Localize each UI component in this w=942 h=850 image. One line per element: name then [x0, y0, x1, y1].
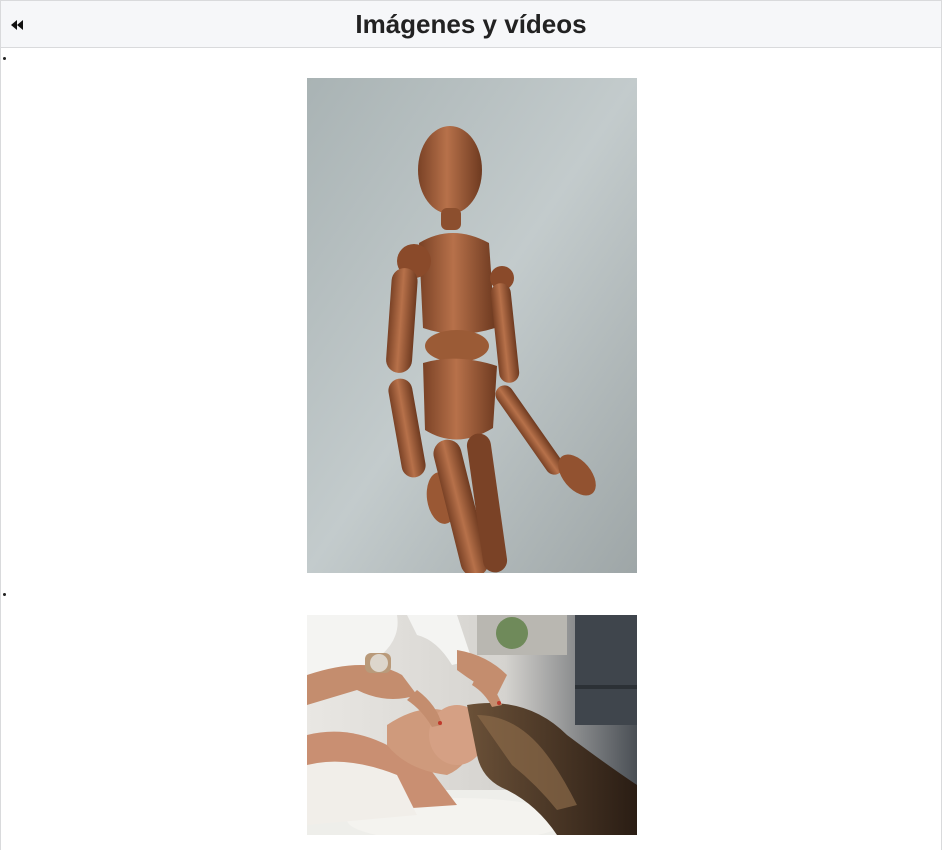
list-bullet — [3, 593, 6, 596]
list-bullet — [3, 57, 6, 60]
page: Imágenes y vídeos — [0, 0, 942, 850]
page-title: Imágenes y vídeos — [355, 9, 587, 39]
header-bar: Imágenes y vídeos — [1, 0, 941, 48]
mannequin-image[interactable] — [307, 78, 637, 573]
massage-image[interactable] — [307, 615, 637, 835]
